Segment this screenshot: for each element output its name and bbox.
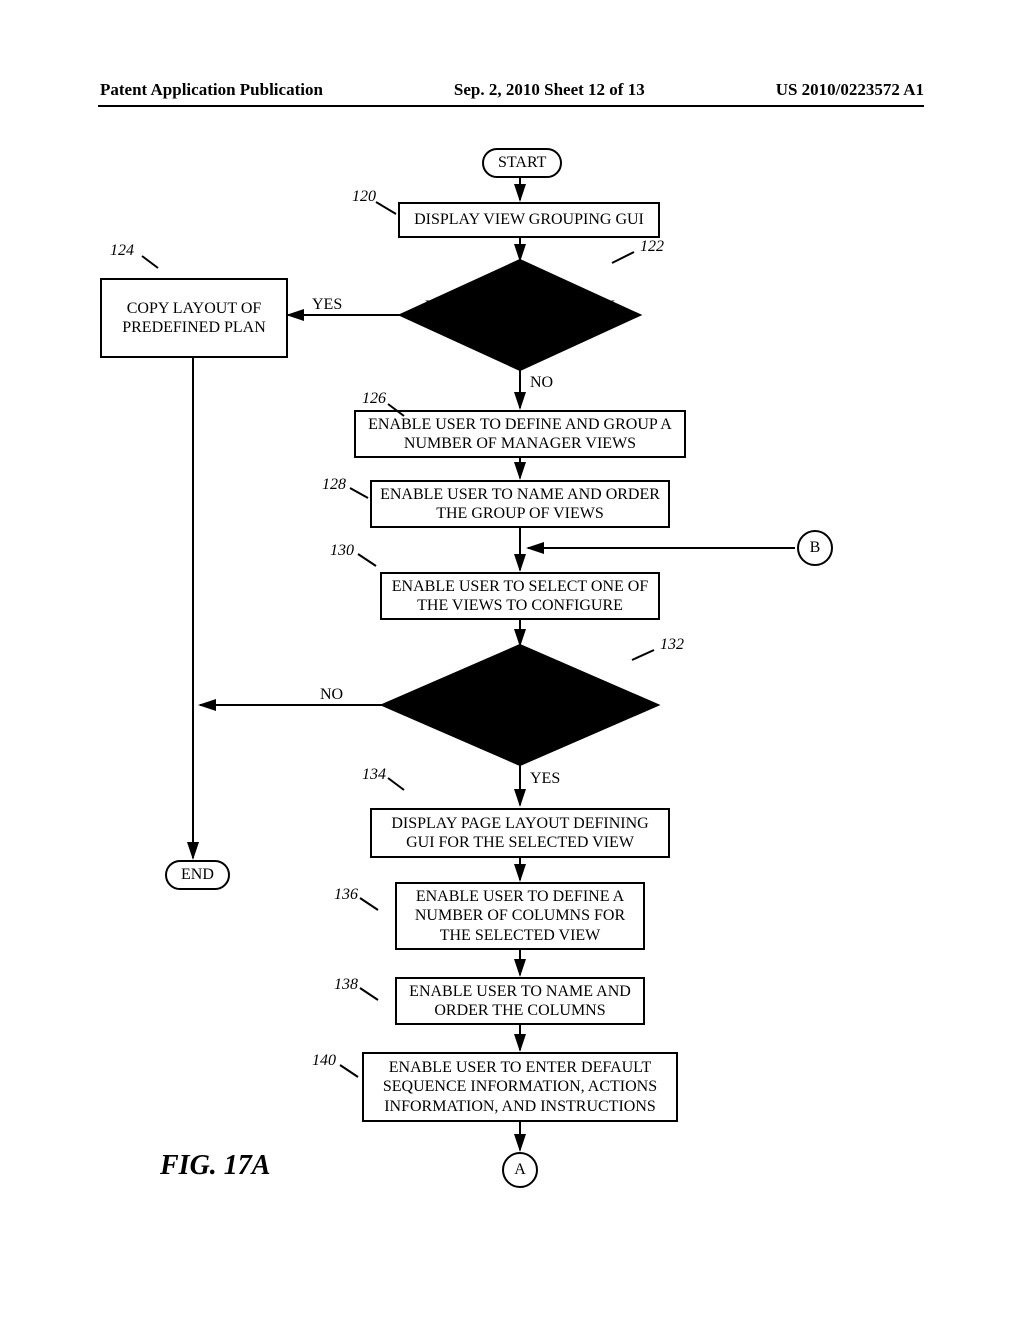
box-128: ENABLE USER TO NAME AND ORDER THE GROUP …	[370, 480, 670, 528]
label-no-132: NO	[320, 686, 343, 704]
connector-a: A	[502, 1152, 538, 1188]
decision-132: DOES USER WISH TO CONFIGURE THE LAYOUT O…	[408, 663, 632, 747]
figure-label: FIG. 17A	[160, 1150, 270, 1182]
box-134: DISPLAY PAGE LAYOUT DEFINING GUI FOR THE…	[370, 808, 670, 858]
box-136: ENABLE USER TO DEFINE A NUMBER OF COLUMN…	[395, 882, 645, 950]
label-no-122: NO	[530, 374, 553, 392]
end-label: END	[181, 866, 214, 884]
page: Patent Application Publication Sep. 2, 2…	[0, 0, 1024, 1320]
connector-b: B	[797, 530, 833, 566]
box-138-text: ENABLE USER TO NAME AND ORDER THE COLUMN…	[401, 982, 639, 1020]
box-120-text: DISPLAY VIEW GROUPING GUI	[414, 210, 644, 229]
ref-130: 130	[330, 542, 354, 560]
label-yes-122: YES	[312, 296, 342, 314]
terminal-end: END	[165, 860, 230, 890]
box-134-text: DISPLAY PAGE LAYOUT DEFINING GUI FOR THE…	[376, 814, 664, 852]
label-yes-132: YES	[530, 770, 560, 788]
connector-b-label: B	[810, 539, 821, 557]
box-126-text: ENABLE USER TO DEFINE AND GROUP A NUMBER…	[360, 415, 680, 453]
decision-132-text: DOES USER WISH TO CONFIGURE THE LAYOUT O…	[408, 679, 632, 731]
box-124: COPY LAYOUT OF PREDEFINED PLAN	[100, 278, 288, 358]
box-136-text: ENABLE USER TO DEFINE A NUMBER OF COLUMN…	[401, 887, 639, 945]
box-130-text: ENABLE USER TO SELECT ONE OF THE VIEWS T…	[386, 577, 654, 615]
terminal-start: START	[482, 148, 562, 178]
box-128-text: ENABLE USER TO NAME AND ORDER THE GROUP …	[376, 485, 664, 523]
ref-120: 120	[352, 188, 376, 206]
box-140-text: ENABLE USER TO ENTER DEFAULT SEQUENCE IN…	[368, 1058, 672, 1116]
ref-134: 134	[362, 766, 386, 784]
start-label: START	[498, 154, 546, 172]
ref-132: 132	[660, 636, 684, 654]
box-138: ENABLE USER TO NAME AND ORDER THE COLUMN…	[395, 977, 645, 1025]
ref-128: 128	[322, 476, 346, 494]
decision-122: DOES USER WISH TO COPY PREDEFINED PLAN?	[420, 278, 620, 352]
ref-138: 138	[334, 976, 358, 994]
ref-136: 136	[334, 886, 358, 904]
ref-124: 124	[110, 242, 134, 260]
box-120: DISPLAY VIEW GROUPING GUI	[398, 202, 660, 238]
connector-a-label: A	[514, 1161, 526, 1179]
box-140: ENABLE USER TO ENTER DEFAULT SEQUENCE IN…	[362, 1052, 678, 1122]
ref-122: 122	[640, 238, 664, 256]
flow-lines	[0, 0, 1024, 1320]
box-130: ENABLE USER TO SELECT ONE OF THE VIEWS T…	[380, 572, 660, 620]
ref-126: 126	[362, 390, 386, 408]
decision-122-text: DOES USER WISH TO COPY PREDEFINED PLAN?	[420, 298, 620, 333]
box-126: ENABLE USER TO DEFINE AND GROUP A NUMBER…	[354, 410, 686, 458]
box-124-text: COPY LAYOUT OF PREDEFINED PLAN	[106, 299, 282, 337]
ref-140: 140	[312, 1052, 336, 1070]
